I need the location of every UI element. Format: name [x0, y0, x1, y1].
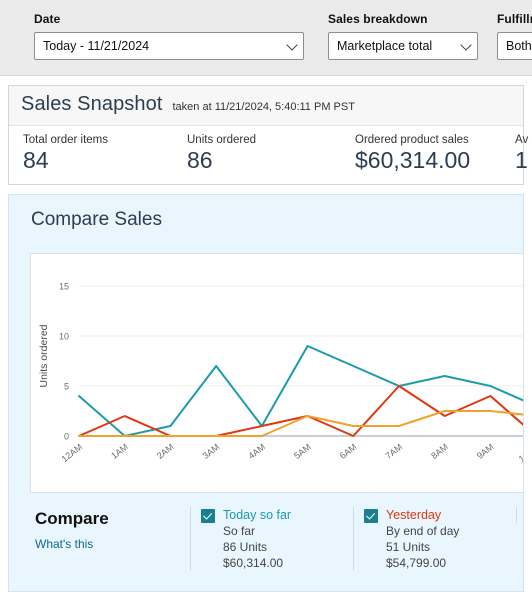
metric-total-order-items: Total order items 84: [9, 134, 173, 174]
metric-label: Av: [515, 134, 529, 146]
compare-sales-chart-card: 0 5 10 15 Units ordered 12AM 1AM 2AM 3AM 4AM 5AM 6A…: [30, 253, 524, 493]
date-filter-label: Date: [34, 12, 61, 26]
metric-label: Units ordered: [187, 134, 257, 146]
sales-snapshot-timestamp: taken at 11/21/2024, 5:40:11 PM PST: [172, 101, 355, 113]
svg-text:5AM: 5AM: [292, 442, 313, 461]
svg-text:6AM: 6AM: [338, 442, 359, 461]
legend-item-third[interactable]: [516, 507, 523, 523]
compare-heading: Compare: [35, 509, 109, 528]
sales-breakdown-select[interactable]: Marketplace total: [328, 32, 478, 60]
legend-checkbox-yesterday[interactable]: [364, 509, 378, 523]
fulfillment-filter-group: Fulfillm Both: [497, 12, 532, 60]
sales-breakdown-filter-group: Sales breakdown Marketplace total: [328, 12, 478, 60]
compare-legend: Compare What's this Today so far So far …: [9, 507, 523, 571]
fulfillment-label: Fulfillm: [497, 12, 532, 26]
sales-breakdown-label: Sales breakdown: [328, 12, 428, 26]
metric-value: 86: [187, 147, 213, 173]
metric-value: $60,314.00: [355, 147, 471, 173]
legend-series-amount: $60,314.00: [223, 556, 284, 570]
svg-text:Units ordered: Units ordered: [38, 324, 50, 387]
svg-text:12AM: 12AM: [60, 442, 85, 464]
metric-ordered-product-sales: Ordered product sales $60,314.00: [341, 134, 501, 174]
whats-this-link[interactable]: What's this: [35, 537, 190, 551]
sales-snapshot-title: Sales Snapshot: [21, 93, 163, 115]
metric-label: Ordered product sales: [355, 134, 469, 146]
date-filter-group: Date Today - 11/21/2024: [34, 12, 304, 60]
svg-text:10: 10: [59, 332, 69, 342]
svg-text:9AM: 9AM: [475, 442, 496, 461]
legend-series-name: Today so far: [223, 508, 292, 522]
svg-text:3AM: 3AM: [201, 442, 222, 461]
sales-snapshot-header: Sales Snapshot taken at 11/21/2024, 5:40…: [9, 86, 523, 126]
sales-breakdown-value: Marketplace total: [337, 39, 433, 53]
legend-series-period: By end of day: [386, 524, 460, 538]
fulfillment-select[interactable]: Both: [497, 32, 532, 60]
svg-text:5: 5: [64, 382, 69, 392]
svg-text:1AM: 1AM: [109, 442, 130, 461]
filter-bar: Date Today - 11/21/2024 Sales breakdown …: [0, 0, 532, 76]
date-select-value: Today - 11/21/2024: [43, 39, 150, 53]
sales-snapshot-metrics: Total order items 84 Units ordered 86 Or…: [9, 126, 528, 184]
metric-value: 84: [23, 147, 49, 173]
svg-text:0: 0: [64, 432, 69, 442]
fulfillment-value: Both: [506, 39, 532, 53]
svg-text:2AM: 2AM: [155, 442, 176, 461]
metric-average-units-per-order: Av 1: [501, 134, 532, 174]
compare-sales-line-chart: 0 5 10 15 Units ordered 12AM 1AM 2AM 3AM 4AM 5AM 6A…: [38, 282, 524, 464]
legend-series-period: So far: [223, 524, 256, 538]
date-select[interactable]: Today - 11/21/2024: [34, 32, 304, 60]
legend-series-amount: $54,799.00: [386, 556, 447, 570]
chevron-down-icon: [286, 39, 298, 51]
metric-units-ordered: Units ordered 86: [173, 134, 341, 174]
sales-dashboard-page: Date Today - 11/21/2024 Sales breakdown …: [0, 0, 532, 596]
legend-checkbox-today[interactable]: [201, 509, 215, 523]
legend-series-units: 51 Units: [386, 540, 431, 554]
metric-label: Total order items: [23, 134, 109, 146]
svg-text:8AM: 8AM: [429, 442, 450, 461]
metric-value: 1: [515, 147, 528, 173]
compare-sales-panel: Compare Sales 0 5 10 15 Units ordered 12AM 1AM…: [8, 194, 524, 592]
legend-item-yesterday[interactable]: Yesterday By end of day 51 Units $54,799…: [353, 507, 516, 571]
legend-series-name: Yesterday: [386, 508, 442, 522]
sales-snapshot-card: Sales Snapshot taken at 11/21/2024, 5:40…: [8, 85, 528, 185]
svg-text:10AM: 10AM: [517, 442, 524, 464]
chevron-down-icon: [460, 39, 472, 51]
svg-text:7AM: 7AM: [383, 442, 404, 461]
svg-text:15: 15: [59, 282, 69, 292]
legend-series-units: 86 Units: [223, 540, 268, 554]
compare-legend-heading-block: Compare What's this: [35, 507, 190, 551]
compare-sales-title: Compare Sales: [31, 209, 162, 230]
svg-text:4AM: 4AM: [246, 442, 267, 461]
legend-item-today[interactable]: Today so far So far 86 Units $60,314.00: [190, 507, 353, 571]
